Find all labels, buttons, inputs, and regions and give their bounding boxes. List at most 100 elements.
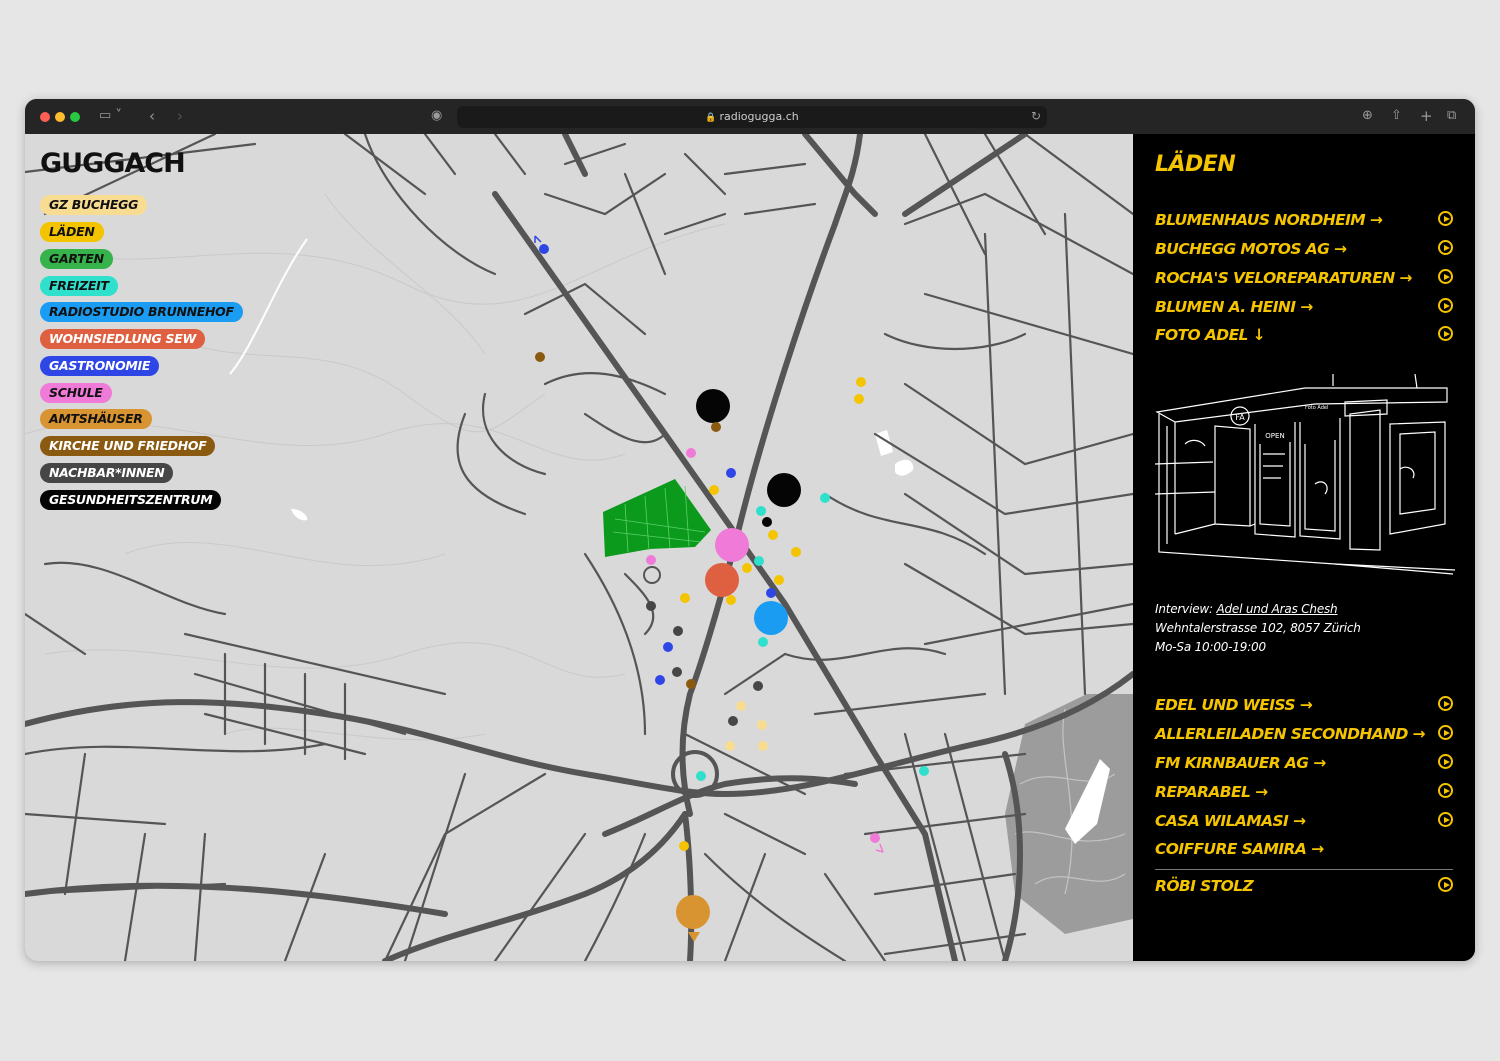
map-marker[interactable] [726, 595, 736, 605]
play-icon[interactable] [1438, 812, 1453, 827]
site-logo[interactable]: GUGGACH [40, 148, 186, 179]
map-marker[interactable] [728, 716, 738, 726]
map-marker[interactable] [711, 422, 721, 432]
map-marker[interactable] [646, 601, 656, 611]
map-marker[interactable] [672, 667, 682, 677]
play-icon[interactable] [1438, 783, 1453, 798]
shop-item[interactable]: BLUMEN A. HEINI → [1155, 295, 1453, 319]
shop-item[interactable]: ROCHA'S VELOREPARATUREN → [1155, 266, 1453, 290]
map-marker[interactable] [726, 468, 736, 478]
map-marker[interactable] [709, 485, 719, 495]
map-marker[interactable] [679, 841, 689, 851]
forward-icon[interactable]: › [177, 108, 183, 124]
map-marker[interactable] [870, 833, 880, 843]
shop-item[interactable]: COIFFURE SAMIRA → [1155, 837, 1453, 861]
shop-item[interactable]: CASA WILAMASI → [1155, 809, 1453, 833]
tab-overview-icon[interactable]: ⧉ [1447, 108, 1456, 124]
shop-item[interactable]: EDEL UND WEISS → [1155, 693, 1453, 717]
map-marker[interactable] [754, 601, 788, 635]
map-marker[interactable] [646, 555, 656, 565]
play-icon[interactable] [1438, 877, 1453, 892]
download-icon[interactable]: ⊕ [1362, 108, 1373, 124]
map-marker[interactable] [655, 675, 665, 685]
map-marker[interactable] [768, 530, 778, 540]
map-marker[interactable] [715, 528, 749, 562]
sketch-logo: FA [1235, 413, 1245, 422]
category-chip[interactable]: RADIOSTUDIO BRUNNEHOF [40, 302, 243, 322]
map-marker[interactable] [919, 766, 929, 776]
close-window-button[interactable] [40, 112, 50, 122]
category-chip[interactable]: GARTEN [40, 249, 113, 269]
shop-item[interactable]: FM KIRNBAUER AG → [1155, 751, 1453, 775]
new-tab-icon[interactable]: + [1420, 108, 1433, 124]
category-chip[interactable]: LÄDEN [40, 222, 104, 242]
share-icon[interactable]: ⇧ [1391, 108, 1402, 124]
map-marker[interactable] [676, 895, 710, 929]
map-marker[interactable] [791, 547, 801, 557]
category-label: NACHBAR*INNEN [49, 465, 165, 480]
play-icon[interactable] [1438, 754, 1453, 769]
category-chip[interactable]: GESUNDHEITSZENTRUM [40, 490, 222, 510]
map-marker[interactable] [673, 626, 683, 636]
interview-link[interactable]: Adel und Aras Chesh [1216, 602, 1337, 616]
map-marker[interactable] [725, 741, 735, 751]
category-chip[interactable]: FREIZEIT [40, 276, 118, 296]
map-marker[interactable] [856, 377, 866, 387]
map-marker[interactable] [774, 575, 784, 585]
shop-item[interactable]: BUCHEGG MOTOS AG → [1155, 237, 1453, 261]
map-marker[interactable] [736, 701, 746, 711]
category-label: AMTSHÄUSER [49, 411, 143, 426]
shop-item-selected[interactable]: FOTO ADEL ↓ [1155, 323, 1453, 347]
map-marker[interactable] [820, 493, 830, 503]
category-chip[interactable]: GZ BUCHEGG [40, 195, 148, 215]
map-marker[interactable] [686, 679, 696, 689]
play-icon[interactable] [1438, 326, 1453, 341]
play-icon[interactable] [1438, 211, 1453, 226]
category-chip[interactable]: SCHULE [40, 383, 112, 403]
reload-icon[interactable]: ↻ [1031, 109, 1041, 123]
map-marker[interactable] [742, 563, 752, 573]
map-marker[interactable] [756, 506, 766, 516]
play-icon[interactable] [1438, 696, 1453, 711]
map-marker[interactable] [696, 771, 706, 781]
shop-item[interactable]: RÖBI STOLZ [1155, 874, 1453, 898]
map-marker[interactable] [539, 244, 549, 254]
map-marker[interactable] [663, 642, 673, 652]
shop-item[interactable]: BLUMENHAUS NORDHEIM → [1155, 208, 1453, 232]
shop-item[interactable]: REPARABEL → [1155, 780, 1453, 804]
privacy-shield-icon[interactable]: ◉ [431, 108, 442, 124]
category-chip[interactable]: KIRCHE UND FRIEDHOF [40, 436, 216, 456]
play-icon[interactable] [1438, 725, 1453, 740]
map-marker[interactable] [757, 720, 767, 730]
map-marker[interactable] [696, 389, 730, 423]
panel-divider [1155, 869, 1453, 870]
map-marker[interactable] [766, 588, 776, 598]
map-marker[interactable] [753, 681, 763, 691]
map-marker[interactable] [686, 448, 696, 458]
map-marker[interactable] [754, 556, 764, 566]
shop-item[interactable]: ALLERLEILADEN SECONDHAND → [1155, 722, 1453, 746]
play-icon[interactable] [1438, 269, 1453, 284]
sidebar-toggle-icon[interactable]: ▭ ˅ [99, 108, 122, 124]
play-icon[interactable] [1438, 298, 1453, 313]
map-area[interactable]: GUGGACH GZ BUCHEGG LÄDEN GARTEN FREIZEIT… [25, 134, 1133, 961]
map-marker[interactable] [535, 352, 545, 362]
minimize-window-button[interactable] [55, 112, 65, 122]
map-marker[interactable] [762, 517, 772, 527]
maximize-window-button[interactable] [70, 112, 80, 122]
category-chip[interactable]: GASTRONOMIE [40, 356, 160, 376]
map-marker[interactable] [680, 593, 690, 603]
map-marker[interactable] [758, 637, 768, 647]
category-chip[interactable]: NACHBAR*INNEN [40, 463, 174, 483]
street-map[interactable] [25, 134, 1133, 961]
shop-label: EDEL UND WEISS → [1155, 696, 1313, 714]
category-chip[interactable]: WOHNSIEDLUNG SEW [40, 329, 205, 349]
address-bar[interactable]: 🔒 radiogugga.ch ↻ [457, 106, 1047, 128]
map-marker[interactable] [705, 563, 739, 597]
map-marker[interactable] [758, 741, 768, 751]
map-marker[interactable] [854, 394, 864, 404]
back-icon[interactable]: ‹ [149, 108, 155, 124]
play-icon[interactable] [1438, 240, 1453, 255]
category-chip[interactable]: AMTSHÄUSER [40, 409, 152, 429]
map-marker[interactable] [767, 473, 801, 507]
